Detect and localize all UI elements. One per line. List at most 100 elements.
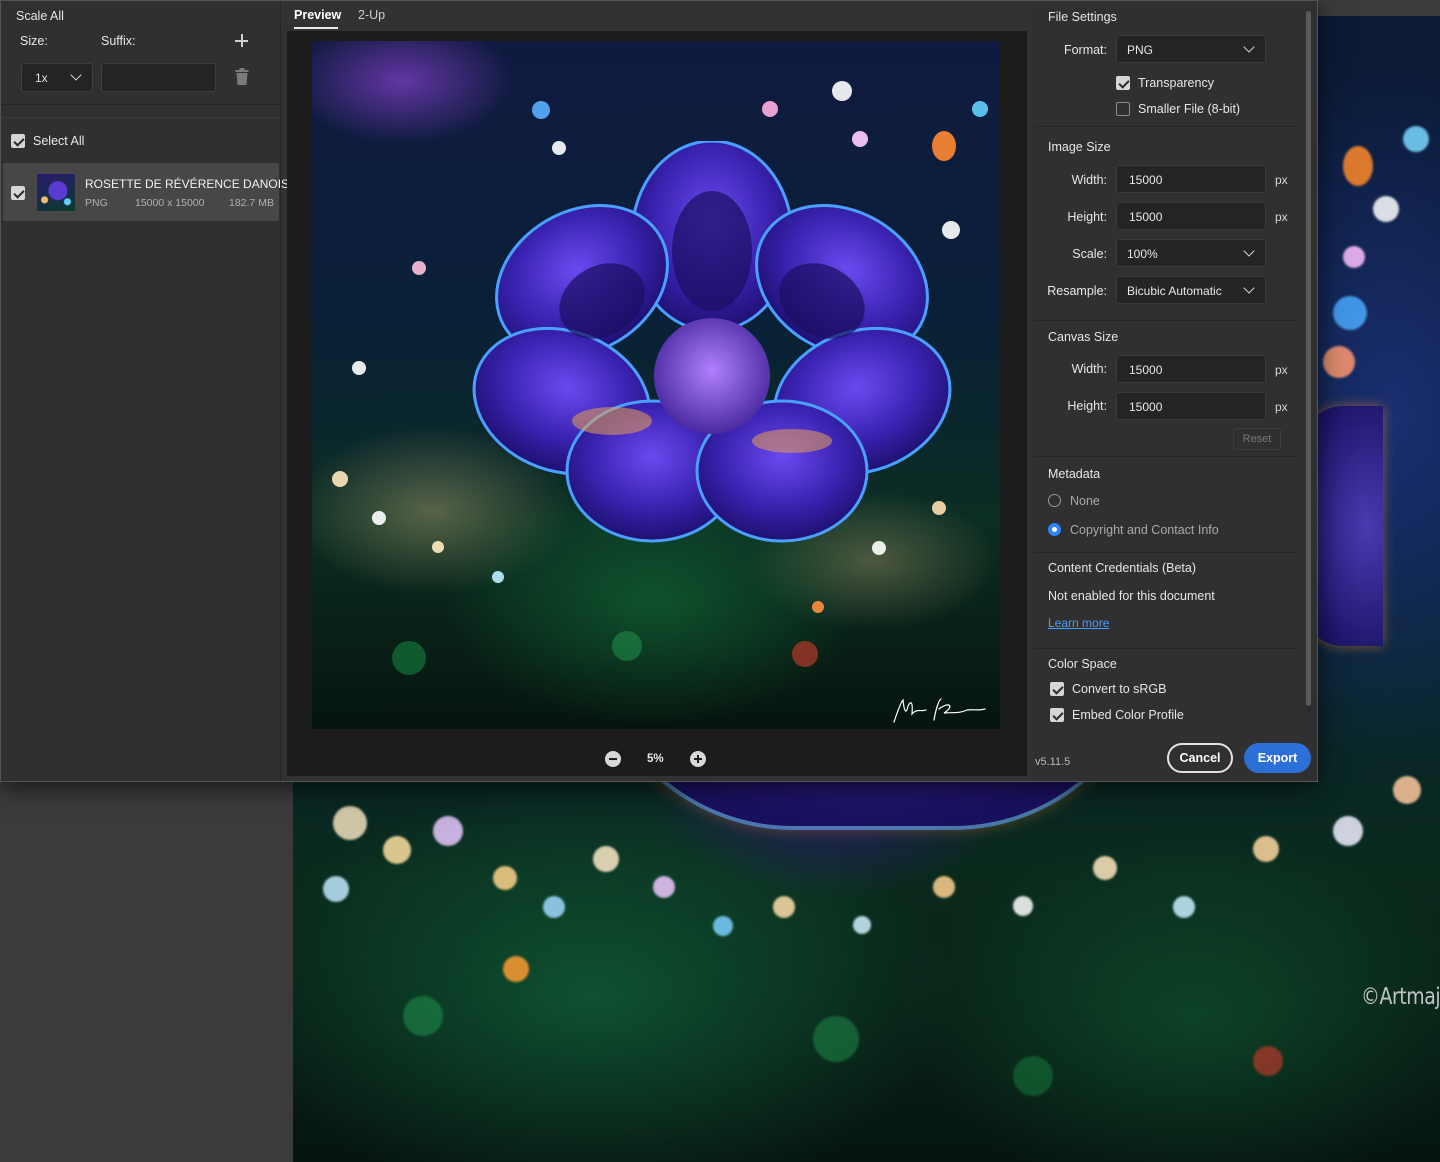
suffix-input[interactable] — [101, 63, 216, 92]
bokeh-light — [773, 896, 795, 918]
metadata-title: Metadata — [1048, 467, 1101, 481]
preview-image[interactable] — [312, 41, 1000, 729]
bokeh-light — [403, 996, 443, 1036]
bokeh-light — [503, 956, 529, 982]
image-width-label: Width: — [1071, 173, 1107, 187]
zoom-level: 5% — [647, 753, 664, 765]
bokeh-light — [813, 1016, 859, 1062]
cancel-button[interactable]: Cancel — [1167, 743, 1233, 773]
bokeh-light — [1323, 346, 1355, 378]
color-space-section: Color Space Convert to sRGB Embed Color … — [1033, 649, 1297, 735]
scale-select[interactable]: 100% — [1116, 239, 1266, 267]
zoom-in-icon[interactable] — [690, 751, 706, 767]
image-size-title: Image Size — [1048, 140, 1111, 154]
bokeh-light — [1333, 296, 1367, 330]
bokeh-light — [532, 101, 550, 119]
image-size-section: Image Size Width: 15000 px Height: 15000… — [1033, 127, 1297, 321]
content-credentials-title: Content Credentials (Beta) — [1048, 561, 1196, 575]
scale-label: Scale: — [1072, 247, 1107, 261]
bokeh-light — [792, 641, 818, 667]
canvas-width-input[interactable]: 15000 — [1116, 355, 1266, 383]
content-credentials-section: Content Credentials (Beta) Not enabled f… — [1033, 553, 1297, 649]
smaller-file-label: Smaller File (8-bit) — [1138, 102, 1241, 116]
scale-select-value: 100% — [1127, 247, 1158, 261]
bokeh-light — [1253, 1046, 1283, 1076]
bokeh-light — [1013, 896, 1033, 916]
add-scale-icon[interactable] — [234, 33, 250, 49]
bokeh-light — [812, 601, 824, 613]
bokeh-light — [372, 511, 386, 525]
bokeh-light — [1403, 126, 1429, 152]
content-credentials-status: Not enabled for this document — [1048, 589, 1215, 603]
canvas-height-input[interactable]: 15000 — [1116, 392, 1266, 420]
image-height-input[interactable]: 15000 — [1116, 202, 1266, 230]
smaller-file-checkbox[interactable] — [1116, 102, 1130, 116]
metadata-none-radio[interactable] — [1048, 494, 1061, 507]
chevron-down-icon — [70, 69, 82, 81]
image-height-unit: px — [1275, 210, 1288, 224]
convert-srgb-checkbox[interactable] — [1050, 682, 1064, 696]
bokeh-light — [653, 876, 675, 898]
color-space-title: Color Space — [1048, 657, 1117, 671]
size-select[interactable]: 1x — [21, 63, 93, 92]
file-settings-section: File Settings Format: PNG Transparency S… — [1033, 1, 1297, 127]
bokeh-light — [1253, 836, 1279, 862]
export-button[interactable]: Export — [1244, 743, 1311, 773]
zoom-out-icon[interactable] — [605, 751, 621, 767]
bokeh-light — [333, 806, 367, 840]
format-label: Format: — [1063, 43, 1107, 57]
format-select[interactable]: PNG — [1116, 35, 1266, 63]
resample-select[interactable]: Bicubic Automatic — [1116, 276, 1266, 304]
metadata-copyright-radio[interactable] — [1048, 523, 1061, 536]
image-width-unit: px — [1275, 173, 1288, 187]
scale-all-label: Scale All — [16, 9, 64, 23]
trash-icon[interactable] — [235, 68, 249, 85]
file-settings-title: File Settings — [1048, 10, 1117, 24]
transparency-checkbox[interactable] — [1116, 76, 1130, 90]
bokeh-light — [392, 641, 426, 675]
transparency-label: Transparency — [1138, 76, 1214, 90]
asset-dimensions: 15000 x 15000 — [135, 197, 205, 209]
canvas-size-section: Canvas Size Width: 15000 px Height: 1500… — [1033, 321, 1297, 457]
bokeh-light — [432, 541, 444, 553]
asset-file-size: 182.7 MB — [229, 197, 274, 209]
metadata-copyright-label: Copyright and Contact Info — [1070, 523, 1219, 537]
select-all-checkbox[interactable] — [11, 134, 25, 148]
watermark-text: ©Artmajeur.com/morten-klementsen — [1361, 984, 1440, 1010]
asset-row[interactable]: ROSETTE DE RÉVÉRENCE DANOISE PNG 15000 x… — [3, 163, 297, 221]
image-width-input[interactable]: 15000 — [1116, 165, 1266, 193]
export-as-dialog: Scale All Size: Suffix: 1x Select All RO… — [0, 0, 1318, 782]
preview-area — [287, 31, 1027, 776]
bokeh-light — [593, 846, 619, 872]
bokeh-light — [543, 896, 565, 918]
reset-button[interactable]: Reset — [1233, 428, 1281, 450]
image-height-label: Height: — [1067, 210, 1107, 224]
canvas-width-unit: px — [1275, 363, 1288, 377]
zoom-controls: 5% — [601, 749, 711, 769]
embed-profile-checkbox[interactable] — [1050, 708, 1064, 722]
bokeh-light — [492, 571, 504, 583]
size-select-value: 1x — [35, 71, 48, 85]
tab-2-up[interactable]: 2-Up — [358, 8, 385, 22]
bokeh-light — [853, 916, 871, 934]
bokeh-light — [1373, 196, 1399, 222]
bokeh-light — [323, 876, 349, 902]
chevron-down-icon — [1243, 41, 1255, 53]
tab-preview[interactable]: Preview — [294, 8, 341, 22]
size-label: Size: — [20, 34, 48, 48]
bokeh-light — [933, 876, 955, 898]
asset-format: PNG — [85, 197, 108, 209]
settings-scrollbar-thumb[interactable] — [1306, 11, 1311, 706]
bokeh-light — [412, 261, 426, 275]
bokeh-light — [1013, 1056, 1053, 1096]
suffix-label: Suffix: — [101, 34, 136, 48]
artist-signature — [893, 698, 986, 723]
convert-srgb-label: Convert to sRGB — [1072, 682, 1167, 696]
chevron-down-icon — [1243, 282, 1255, 294]
asset-checkbox[interactable] — [11, 186, 25, 200]
bokeh-light — [332, 471, 348, 487]
bokeh-light — [762, 101, 778, 117]
learn-more-link[interactable]: Learn more — [1048, 616, 1109, 630]
embed-profile-label: Embed Color Profile — [1072, 708, 1184, 722]
bokeh-light — [1173, 896, 1195, 918]
